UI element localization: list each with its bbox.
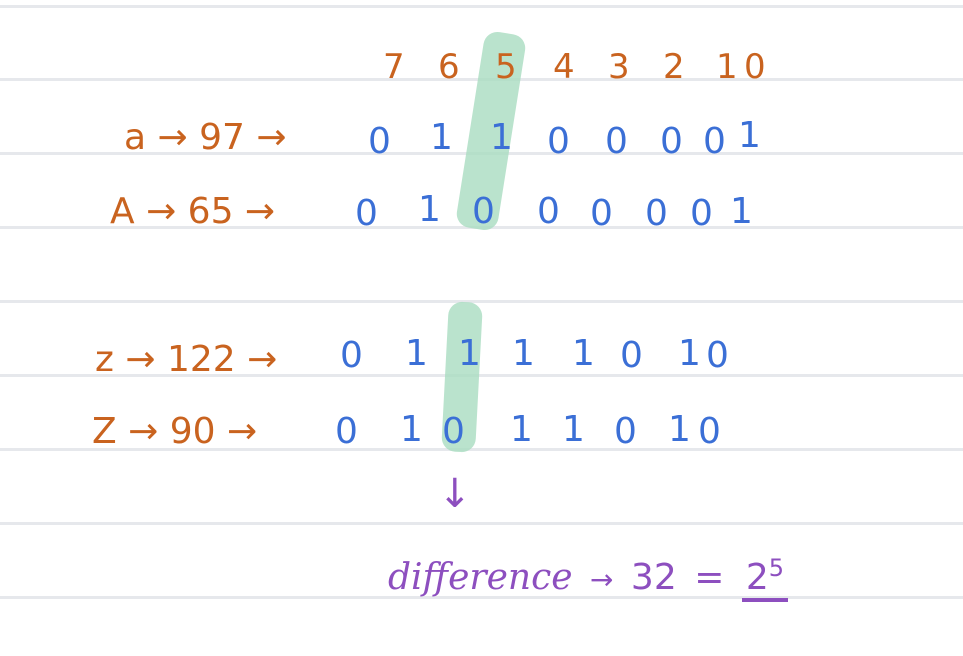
power-of-two: 25 [741,554,788,602]
bit-z-7: 0 [340,335,363,376]
bit-Z-0: 0 [698,411,721,452]
bit-a-2: 0 [660,121,683,162]
bit-z-0: 0 [706,335,729,376]
difference-value: 32 [630,557,677,598]
bit-z-6: 1 [405,333,428,374]
row-label-A: A → 65 → [110,191,276,232]
bit-position-5: 5 [495,47,517,87]
row-label-z: z → 122 → [95,339,278,380]
down-arrow-icon: ↓ [438,471,472,517]
ruled-line [0,300,963,303]
difference-result: difference → 32 = 25 [388,556,788,616]
bit-Z-7: 0 [335,411,358,452]
bit-position-3: 3 [608,47,630,87]
bit-Z-6: 1 [400,409,423,450]
bit-A-6: 1 [418,189,441,230]
bit-z-1: 1 [678,333,701,374]
bit-a-0: 1 [738,115,761,156]
bit-Z-4: 1 [510,409,533,450]
bit-z-2: 0 [620,335,643,376]
bit-a-4: 0 [547,121,570,162]
bit-A-5: 0 [472,191,495,232]
bit-A-3: 0 [590,193,613,234]
bit-A-2: 0 [645,193,668,234]
bit-A-7: 0 [355,193,378,234]
bit-a-5: 1 [490,117,513,158]
bit-A-1: 0 [690,193,713,234]
bit-a-3: 0 [605,121,628,162]
result-arrow-icon: → [590,563,614,596]
bit-position-0: 0 [744,47,766,87]
bit-position-1: 1 [716,47,738,87]
bit-position-7: 7 [383,47,405,87]
bit-A-4: 0 [537,191,560,232]
bit-a-6: 1 [430,117,453,158]
bit-a-7: 0 [368,121,391,162]
ruled-line [0,5,963,8]
ruled-line [0,522,963,525]
bit-Z-2: 0 [614,411,637,452]
power-base: 2 [745,557,769,598]
bit-Z-3: 1 [562,409,585,450]
bit-z-3: 1 [572,333,595,374]
difference-word: difference [388,557,573,598]
equals-sign: = [694,557,725,598]
row-label-a: a → 97 → [124,117,287,158]
bit-position-4: 4 [553,47,575,87]
bit-position-6: 6 [438,47,460,87]
bit-Z-5: 0 [442,411,465,452]
bit-Z-1: 1 [668,409,691,450]
row-label-Z: Z → 90 → [92,411,258,452]
bit-z-4: 1 [512,333,535,374]
bit-A-0: 1 [730,191,753,232]
bit-z-5: 1 [458,333,481,374]
power-exponent: 5 [768,554,784,582]
bit-position-2: 2 [663,47,685,87]
bit-a-1: 0 [703,121,726,162]
